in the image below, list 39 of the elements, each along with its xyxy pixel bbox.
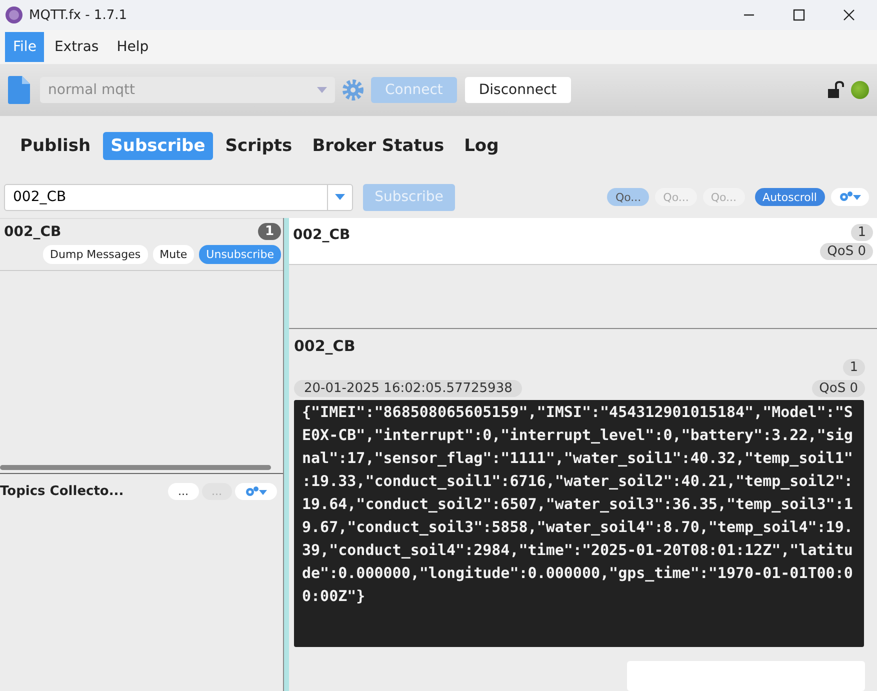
tab[interactable]: Log xyxy=(456,132,507,160)
topics-collector-button[interactable]: ... xyxy=(168,483,198,500)
tab[interactable]: Broker Status xyxy=(304,132,452,160)
caret-icon xyxy=(317,87,327,93)
app-logo-icon xyxy=(5,6,23,24)
gears-caret-icon xyxy=(245,486,267,498)
gears-caret-icon xyxy=(839,191,861,203)
qos-label: QoS 0 xyxy=(812,380,865,397)
disconnect-button[interactable]: Disconnect xyxy=(464,77,571,103)
tab[interactable]: Scripts xyxy=(217,132,300,160)
qos-toggle[interactable]: Qo... xyxy=(607,188,650,206)
close-icon[interactable] xyxy=(843,9,855,21)
message-count: 1 xyxy=(842,359,865,376)
message-topic: 002_CB xyxy=(294,337,356,355)
menu-item[interactable]: Extras xyxy=(46,32,107,62)
subscription-action-button[interactable]: Mute xyxy=(152,245,194,264)
qos-label: QoS 0 xyxy=(820,243,873,260)
maximize-icon[interactable] xyxy=(793,9,805,21)
subscription-topic: 002_CB xyxy=(4,224,62,240)
message-topic: 002_CB xyxy=(293,227,350,243)
caret-icon[interactable] xyxy=(335,194,345,200)
unlocked-padlock-icon xyxy=(827,81,845,99)
message-count: 1 xyxy=(850,224,873,241)
settings-dropdown-button[interactable] xyxy=(235,483,277,500)
tab[interactable]: Publish xyxy=(12,132,99,160)
payload-text: {"IMEI":"868508065605159","IMSI":"454312901015184","Model":"SE0X-CB","interrupt":0,"interrupt_level":0,"battery":3.22,"signal":17,"sensor_flag":"1111","water_soil1":40.32,"temp_soil1":19.33,"conduct_soil1":6716,"water_soil2":40.21,"temp_soil2":19.64,"conduct_soil2":6507,"water_soil3":36.35,"temp_soil3":19.67,"conduct_soil3":5858,"water_soil4":8.70,"temp_soil4":19.39,"conduct_soil4":2984,"time":"2025-01-20T08:01:12Z","latitude":0.000000,"longitude":0.000000,"gps_time":"1970-01-01T00:00:00Z"} xyxy=(294,400,864,647)
gear-icon[interactable] xyxy=(341,78,365,102)
window-title: MQTT.fx - 1.7.1 xyxy=(29,8,127,22)
message-list-item[interactable]: 002_CB 1 QoS 0 xyxy=(289,218,877,265)
message-count: 1 xyxy=(258,223,281,240)
topic-input[interactable]: 002_CB xyxy=(5,189,327,205)
document-icon[interactable] xyxy=(8,76,30,104)
autoscroll-toggle[interactable]: Autoscroll xyxy=(754,188,825,206)
message-timestamp: 20-01-2025 16:02:05.57725938 xyxy=(294,380,522,397)
menu-item[interactable]: Help xyxy=(108,32,157,62)
topics-collector-title: Topics Collecto... xyxy=(0,484,124,499)
subscription-action-button[interactable]: Dump Messages xyxy=(43,245,148,264)
settings-dropdown-button[interactable] xyxy=(831,188,869,206)
topic-combo-field[interactable]: 002_CB xyxy=(4,184,353,210)
